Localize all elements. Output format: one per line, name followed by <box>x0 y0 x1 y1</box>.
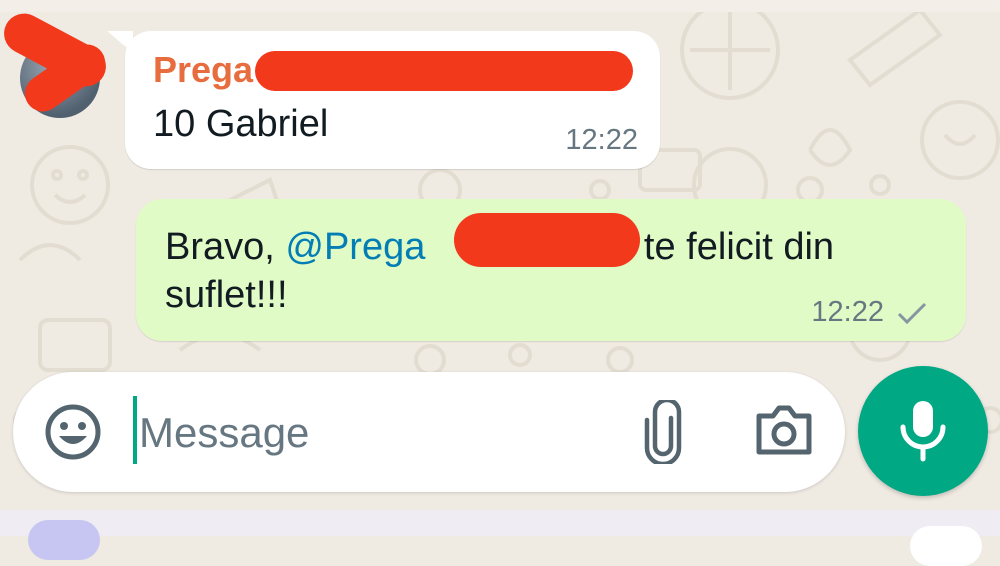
bottom-navigation <box>0 510 1000 566</box>
sender-name[interactable]: Prega <box>153 49 253 91</box>
smiley-icon[interactable] <box>43 402 103 462</box>
mention-link[interactable]: @Prega <box>285 226 425 268</box>
paperclip-icon[interactable] <box>641 400 685 464</box>
message-time: 12:22 <box>811 296 884 328</box>
incoming-message-bubble[interactable]: Prega 10 Gabriel 12:22 <box>107 31 660 169</box>
sender-name-redaction <box>255 51 633 91</box>
camera-icon[interactable] <box>753 402 815 458</box>
nav-pill-left[interactable] <box>28 520 100 560</box>
mention-redaction <box>454 213 640 267</box>
top-strip <box>0 0 1000 12</box>
outgoing-message-bubble[interactable]: Bravo, @Prega te felicit din suflet!!! 1… <box>136 199 966 341</box>
microphone-icon <box>900 401 946 462</box>
nav-pill-right[interactable] <box>910 526 982 566</box>
message-composer <box>13 372 845 492</box>
message-text: 10 Gabriel <box>153 103 329 145</box>
message-text-start: Bravo, <box>165 226 286 268</box>
message-input[interactable] <box>137 398 559 468</box>
voice-record-button[interactable] <box>858 366 988 496</box>
single-check-icon <box>897 302 927 325</box>
message-time: 12:22 <box>565 124 638 156</box>
bubble-tail <box>107 31 133 53</box>
